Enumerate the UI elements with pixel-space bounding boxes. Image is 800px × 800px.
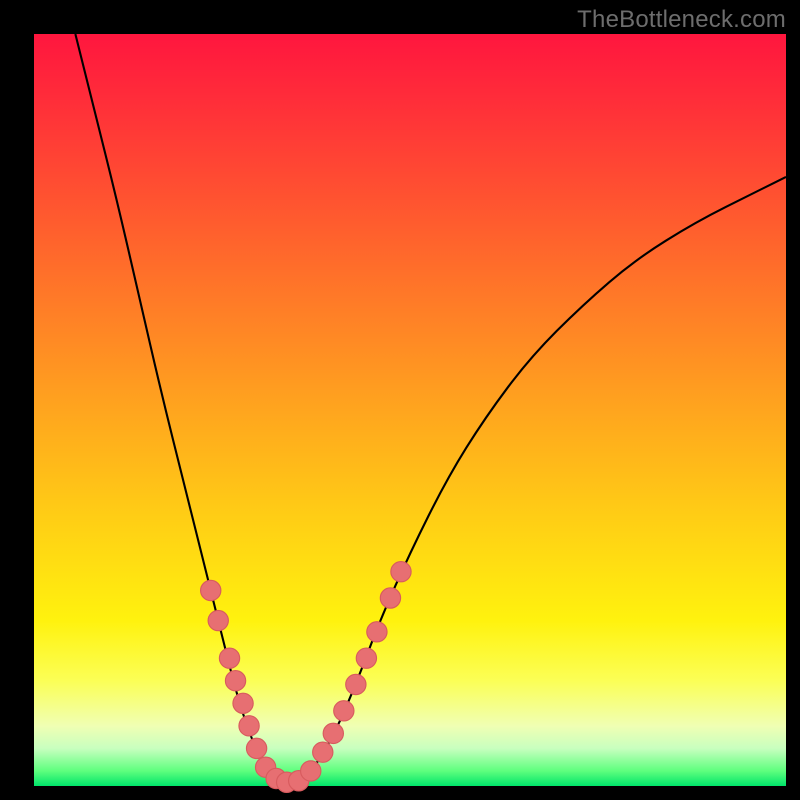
watermark-text: TheBottleneck.com: [577, 6, 786, 34]
bottleneck-curve: [75, 34, 786, 782]
data-marker: [391, 562, 411, 582]
data-marker: [334, 701, 354, 721]
data-marker: [323, 723, 343, 743]
data-marker: [346, 674, 366, 694]
data-marker: [208, 610, 228, 630]
chart-svg: [34, 34, 786, 786]
data-marker: [313, 742, 333, 762]
data-marker: [301, 761, 321, 781]
data-marker: [239, 716, 259, 736]
data-marker: [201, 580, 221, 600]
data-marker: [246, 738, 266, 758]
data-marker: [380, 588, 400, 608]
data-markers: [201, 562, 412, 793]
data-marker: [219, 648, 239, 668]
data-marker: [367, 622, 387, 642]
data-marker: [233, 693, 253, 713]
data-marker: [225, 671, 245, 691]
plot-area: [34, 34, 786, 786]
chart-frame: TheBottleneck.com: [0, 0, 800, 800]
data-marker: [356, 648, 376, 668]
